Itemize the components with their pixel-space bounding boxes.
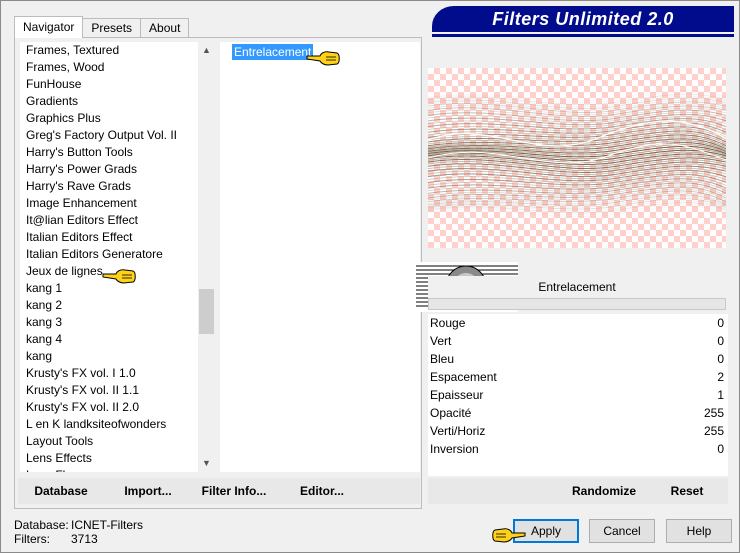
database-label: Database: [14, 518, 69, 532]
cancel-button[interactable]: Cancel [589, 519, 655, 543]
category-item[interactable]: kang 2 [20, 297, 215, 314]
database-button[interactable]: Database [26, 478, 96, 504]
category-item[interactable]: kang 3 [20, 314, 215, 331]
category-item[interactable]: L en K landksiteofwonders [20, 416, 215, 433]
database-value: ICNET-Filters [71, 518, 143, 532]
database-info: Database: ICNET-Filters Filters: 3713 [14, 518, 143, 546]
help-button[interactable]: Help [666, 519, 732, 543]
category-scrollbar[interactable]: ▲ ▼ [198, 42, 215, 472]
import-button[interactable]: Import... [118, 478, 178, 504]
scroll-up-icon[interactable]: ▲ [198, 42, 215, 59]
param-vert[interactable]: Vert 0 [428, 332, 728, 350]
scroll-down-icon[interactable]: ▼ [198, 455, 215, 472]
preview-image [428, 68, 726, 248]
editor-button[interactable]: Editor... [294, 478, 350, 504]
category-item[interactable]: Krusty's FX vol. I 1.0 [20, 365, 215, 382]
category-item[interactable]: Frames, Textured [20, 42, 215, 59]
tab-navigator[interactable]: Navigator [14, 16, 84, 38]
param-opacite[interactable]: Opacité 255 [428, 404, 728, 422]
filters-label: Filters: [14, 532, 50, 546]
category-item[interactable]: It@lian Editors Effect [20, 212, 215, 229]
pointing-hand-icon [492, 528, 526, 543]
category-item[interactable]: Frames, Wood [20, 59, 215, 76]
reset-button[interactable]: Reset [664, 478, 710, 504]
param-inversion[interactable]: Inversion 0 [428, 440, 728, 458]
param-verti-horiz[interactable]: Verti/Horiz 255 [428, 422, 728, 440]
category-item[interactable]: Lens Flares [20, 467, 215, 472]
category-item[interactable]: Layout Tools [20, 433, 215, 450]
tab-bar: Navigator Presets About [14, 16, 190, 38]
category-item[interactable]: Graphics Plus [20, 110, 215, 127]
category-list[interactable]: Frames, Textured Frames, Wood FunHouse Grad… [20, 42, 215, 472]
pointing-hand-icon [306, 51, 340, 66]
category-item[interactable]: Krusty's FX vol. II 1.1 [20, 382, 215, 399]
category-item[interactable]: kang [20, 348, 215, 365]
category-item[interactable]: Italian Editors Effect [20, 229, 215, 246]
category-item[interactable]: kang 4 [20, 331, 215, 348]
filter-title: Entrelacement [428, 276, 726, 298]
app-banner: Filters Unlimited 2.0 [432, 6, 734, 32]
category-item[interactable]: Greg's Factory Output Vol. II [20, 127, 215, 144]
randomize-button[interactable]: Randomize [566, 478, 642, 504]
preview-pattern [428, 89, 726, 218]
filter-list[interactable]: Entrelacement [220, 42, 420, 472]
category-item[interactable]: Image Enhancement [20, 195, 215, 212]
param-bleu[interactable]: Bleu 0 [428, 350, 728, 368]
category-item[interactable]: Harry's Power Grads [20, 161, 215, 178]
scroll-thumb[interactable] [199, 289, 214, 334]
tab-about[interactable]: About [140, 18, 190, 38]
filter-title-bar [428, 298, 726, 310]
param-epaisseur[interactable]: Epaisseur 1 [428, 386, 728, 404]
category-item[interactable]: Krusty's FX vol. II 2.0 [20, 399, 215, 416]
filter-item-selected[interactable]: Entrelacement [232, 44, 314, 60]
category-item[interactable]: Gradients [20, 93, 215, 110]
category-item[interactable]: Lens Effects [20, 450, 215, 467]
category-item[interactable]: Harry's Button Tools [20, 144, 215, 161]
param-rouge[interactable]: Rouge 0 [428, 314, 728, 332]
parameter-list: Rouge 0 Vert 0 Bleu 0 Espacement 2 Epaisseur… [428, 314, 728, 476]
filters-count: 3713 [71, 532, 98, 546]
tab-presets[interactable]: Presets [82, 18, 142, 38]
filter-info-button[interactable]: Filter Info... [198, 478, 270, 504]
category-item[interactable]: Harry's Rave Grads [20, 178, 215, 195]
banner-stripe [432, 34, 734, 37]
pointing-hand-icon [102, 269, 136, 284]
category-item[interactable]: Italian Editors Generatore [20, 246, 215, 263]
category-item[interactable]: FunHouse [20, 76, 215, 93]
param-espacement[interactable]: Espacement 2 [428, 368, 728, 386]
